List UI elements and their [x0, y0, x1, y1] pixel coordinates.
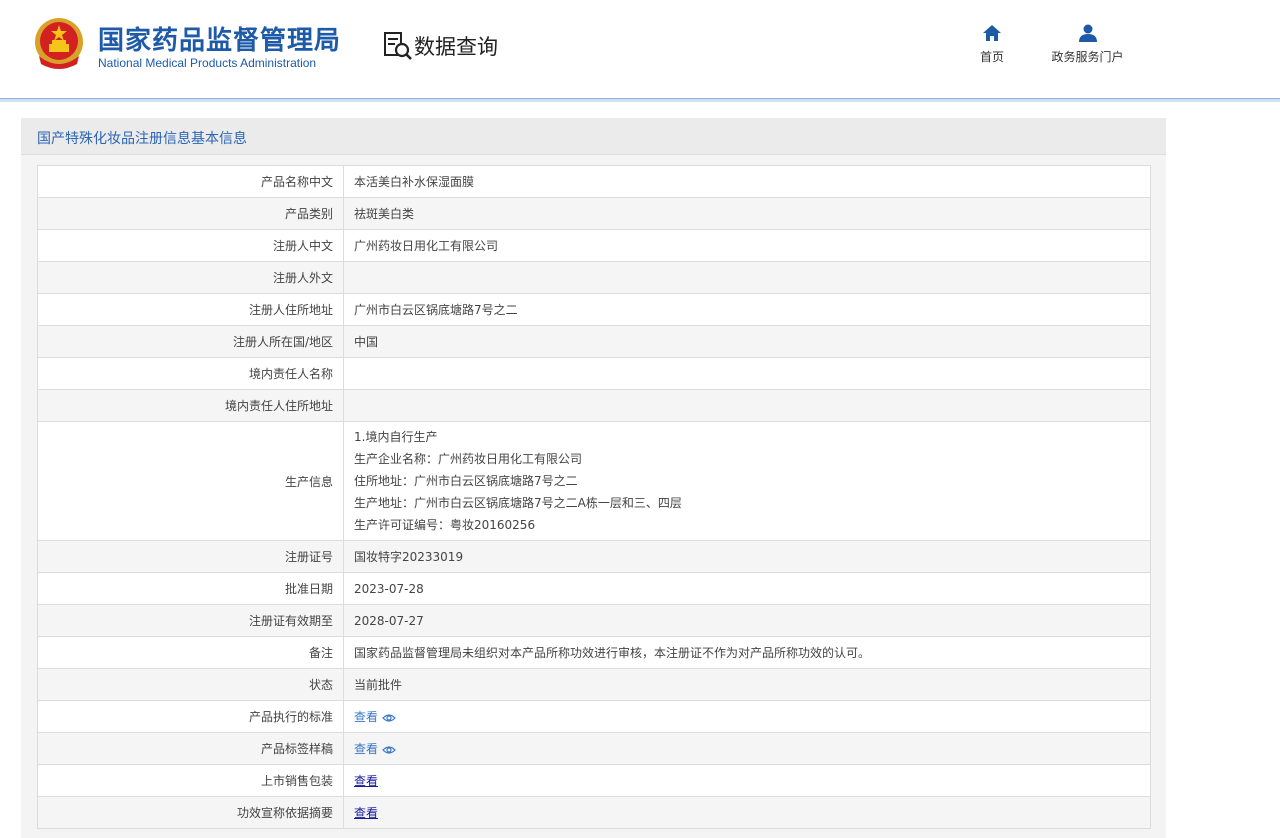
view-efficacy-summary-link[interactable]: 查看	[354, 806, 378, 820]
row-label: 境内责任人名称	[37, 357, 344, 390]
production-line: 生产企业名称：广州药妆日用化工有限公司	[354, 452, 583, 466]
nav-service-portal[interactable]: 政务服务门户	[1040, 24, 1135, 65]
table-row: 注册人外文	[37, 261, 1151, 294]
row-value-production: 1.境内自行生产 生产企业名称：广州药妆日用化工有限公司 住所地址：广州市白云区…	[343, 421, 1151, 541]
row-label: 注册人所在国/地区	[37, 325, 344, 358]
table-row: 境内责任人住所地址	[37, 389, 1151, 422]
row-label: 产品标签样稿	[37, 732, 344, 765]
row-value	[343, 389, 1151, 422]
table-row: 注册人中文 广州药妆日用化工有限公司	[37, 229, 1151, 262]
table-row: 产品类别 祛斑美白类	[37, 197, 1151, 230]
table-row: 注册证有效期至 2028-07-27	[37, 604, 1151, 637]
row-label: 状态	[37, 668, 344, 701]
nav-portal-label: 政务服务门户	[1051, 50, 1124, 64]
row-label: 注册人住所地址	[37, 293, 344, 326]
row-label: 备注	[37, 636, 344, 669]
eye-icon[interactable]	[382, 713, 396, 723]
production-line: 1.境内自行生产	[354, 430, 438, 444]
header-divider	[0, 98, 1280, 102]
table-row: 注册人所在国/地区 中国	[37, 325, 1151, 358]
nav-home[interactable]: 首页	[972, 24, 1012, 65]
row-value: 查看	[343, 796, 1151, 829]
row-label: 产品名称中文	[37, 165, 344, 198]
panel-header: 国产特殊化妆品注册信息基本信息	[21, 118, 1166, 155]
production-line: 生产地址：广州市白云区锅底塘路7号之二A栋一层和三、四层	[354, 496, 682, 510]
row-label: 注册人外文	[37, 261, 344, 294]
row-value: 祛斑美白类	[343, 197, 1151, 230]
info-panel: 国产特殊化妆品注册信息基本信息 产品名称中文 本活美白补水保湿面膜 产品类别 祛…	[21, 118, 1166, 838]
table-row: 备注 国家药品监督管理局未组织对本产品所称功效进行审核，本注册证不作为对产品所称…	[37, 636, 1151, 669]
row-value: 广州药妆日用化工有限公司	[343, 229, 1151, 262]
nav-home-label: 首页	[979, 50, 1004, 64]
table-row: 批准日期 2023-07-28	[37, 572, 1151, 605]
row-value: 2028-07-27	[343, 604, 1151, 637]
row-value: 2023-07-28	[343, 572, 1151, 605]
row-value: 查看	[343, 764, 1151, 797]
row-label: 上市销售包装	[37, 764, 344, 797]
table-row: 上市销售包装 查看	[37, 764, 1151, 797]
row-label: 功效宣称依据摘要	[37, 796, 344, 829]
row-label: 注册证号	[37, 540, 344, 573]
table-row: 功效宣称依据摘要 查看	[37, 796, 1151, 829]
table-row: 状态 当前批件	[37, 668, 1151, 701]
row-value: 本活美白补水保湿面膜	[343, 165, 1151, 198]
panel-body: 产品名称中文 本活美白补水保湿面膜 产品类别 祛斑美白类 注册人中文 广州药妆日…	[21, 155, 1166, 838]
table-row: 产品标签样稿 查看	[37, 732, 1151, 765]
row-label: 产品执行的标准	[37, 700, 344, 733]
table-row: 注册人住所地址 广州市白云区锅底塘路7号之二	[37, 293, 1151, 326]
table-row: 产品名称中文 本活美白补水保湿面膜	[37, 165, 1151, 198]
row-value: 国家药品监督管理局未组织对本产品所称功效进行审核，本注册证不作为对产品所称功效的…	[343, 636, 1151, 669]
home-icon	[983, 25, 1001, 41]
info-table: 产品名称中文 本活美白补水保湿面膜 产品类别 祛斑美白类 注册人中文 广州药妆日…	[37, 165, 1151, 829]
row-value: 国妆特字20233019	[343, 540, 1151, 573]
row-label: 批准日期	[37, 572, 344, 605]
panel-title: 国产特殊化妆品注册信息基本信息	[37, 131, 247, 147]
row-value: 查看	[343, 732, 1151, 765]
row-value: 当前批件	[343, 668, 1151, 701]
view-sales-package-link[interactable]: 查看	[354, 774, 378, 788]
org-name-en: National Medical Products Administration	[98, 56, 317, 70]
eye-icon[interactable]	[382, 745, 396, 755]
data-query-icon	[384, 32, 412, 60]
production-line: 生产许可证编号：粤妆20160256	[354, 518, 536, 532]
table-row: 境内责任人名称	[37, 357, 1151, 390]
org-name-cn: 国家药品监督管理局	[98, 26, 342, 56]
row-label: 注册证有效期至	[37, 604, 344, 637]
row-label: 注册人中文	[37, 229, 344, 262]
row-label: 产品类别	[37, 197, 344, 230]
table-row: 生产信息 1.境内自行生产 生产企业名称：广州药妆日用化工有限公司 住所地址：广…	[37, 421, 1151, 541]
user-icon	[1078, 24, 1097, 42]
production-line: 住所地址：广州市白云区锅底塘路7号之二	[354, 474, 578, 488]
row-value: 查看	[343, 700, 1151, 733]
table-row: 注册证号 国妆特字20233019	[37, 540, 1151, 573]
site-header: 国家药品监督管理局 National Medical Products Admi…	[0, 0, 1280, 98]
row-label: 境内责任人住所地址	[37, 389, 344, 422]
row-value	[343, 357, 1151, 390]
data-query-title: 数据查询	[414, 35, 498, 59]
view-label-sample-link[interactable]: 查看	[354, 742, 378, 756]
row-value: 广州市白云区锅底塘路7号之二	[343, 293, 1151, 326]
national-emblem-icon	[35, 18, 83, 69]
row-value: 中国	[343, 325, 1151, 358]
row-label: 生产信息	[37, 421, 344, 541]
view-standard-link[interactable]: 查看	[354, 710, 378, 724]
row-value	[343, 261, 1151, 294]
table-row: 产品执行的标准 查看	[37, 700, 1151, 733]
